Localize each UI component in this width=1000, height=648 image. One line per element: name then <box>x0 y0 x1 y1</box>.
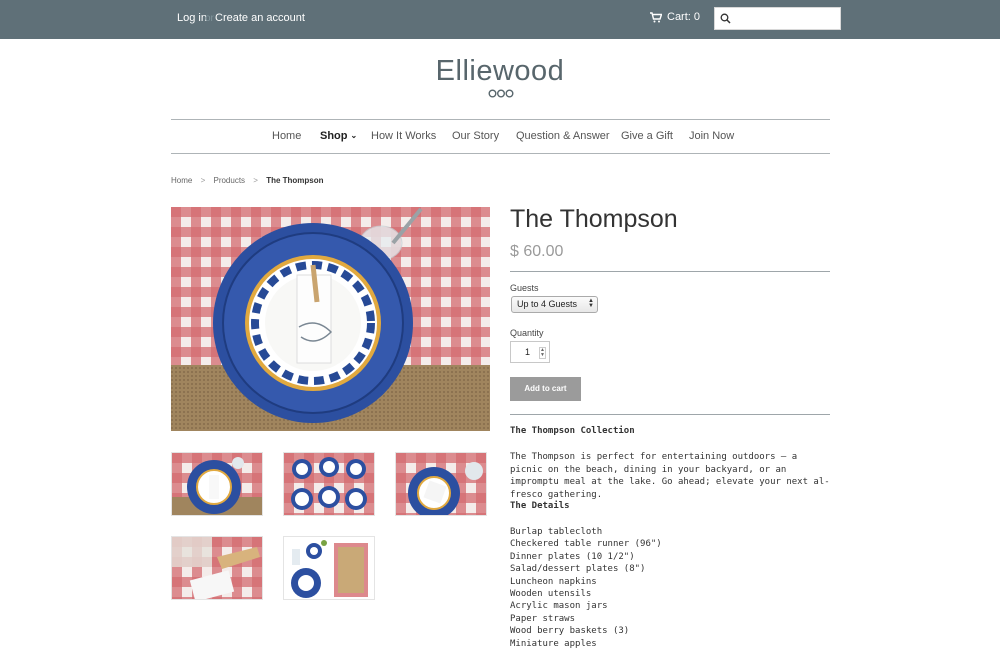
list-item: Dinner plates (10 1/2") <box>510 551 635 562</box>
divider <box>510 414 830 415</box>
quantity-stepper[interactable]: 1 ▲ ▼ <box>510 341 550 363</box>
product-thumbnail[interactable] <box>283 536 375 600</box>
cart-icon <box>650 11 662 22</box>
product-main-image[interactable] <box>171 207 490 431</box>
list-item: Wood berry baskets (3) <box>510 626 630 637</box>
product-title: The Thompson <box>510 205 678 233</box>
chevron-down-icon: ⌄ <box>350 131 358 140</box>
breadcrumb-products[interactable]: Products <box>213 176 245 185</box>
cart-label: Cart: 0 <box>667 11 701 23</box>
search-box[interactable] <box>714 7 841 30</box>
list-item: Acrylic mason jars <box>510 601 608 612</box>
list-item: Luncheon napkins <box>510 576 597 587</box>
add-to-cart-button[interactable]: Add to cart <box>510 377 581 401</box>
guests-select-value: Up to 4 Guests <box>517 299 578 309</box>
product-thumbnail[interactable] <box>283 452 375 516</box>
guests-select[interactable]: Up to 4 Guests ▲ ▼ <box>511 296 598 313</box>
product-thumbnail[interactable] <box>395 452 487 516</box>
cart-link[interactable]: Cart: 0 <box>650 11 700 23</box>
details-heading: The Details <box>510 501 570 511</box>
list-item: Burlap tablecloth <box>510 527 603 537</box>
nav-how-it-works[interactable]: How It Works <box>371 130 436 142</box>
create-account-link[interactable]: Create an account <box>215 12 305 24</box>
list-item: Miniature apples <box>510 638 597 648</box>
breadcrumb-separator: > <box>200 176 206 185</box>
login-separator: or <box>205 13 214 24</box>
nav-shop[interactable]: Shop ⌄ <box>320 130 357 142</box>
nav-join-now[interactable]: Join Now <box>689 130 734 142</box>
nav-shop-label: Shop <box>320 130 348 142</box>
product-thumbnail[interactable] <box>171 536 263 600</box>
product-price: $ 60.00 <box>510 243 564 260</box>
breadcrumb-home[interactable]: Home <box>171 176 192 185</box>
list-item: Paper straws <box>510 613 576 624</box>
list-item: Checkered table runner (96") <box>510 539 662 550</box>
quantity-value: 1 <box>525 347 531 357</box>
nav-our-story[interactable]: Our Story <box>452 130 499 142</box>
nav-question-answer[interactable]: Question & Answer <box>516 130 610 142</box>
breadcrumb-separator: > <box>253 176 258 185</box>
select-arrows-icon: ▲ ▼ <box>588 298 594 309</box>
product-thumbnail[interactable] <box>171 452 263 516</box>
search-input[interactable] <box>735 10 835 27</box>
breadcrumb: Home > Products > The Thompson <box>171 176 330 185</box>
search-icon <box>720 13 731 24</box>
logo-rings-icon <box>488 89 514 98</box>
site-logo[interactable]: Elliewood <box>0 55 1000 88</box>
divider <box>510 271 830 272</box>
nav-give-a-gift[interactable]: Give a Gift <box>621 130 673 142</box>
quantity-label: Quantity <box>510 328 544 338</box>
breadcrumb-current: The Thompson <box>266 176 324 185</box>
details-list: Burlap tablecloth Checkered table runner… <box>510 526 662 648</box>
product-description: The Thompson is perfect for entertaining… <box>510 452 830 500</box>
collection-heading: The Thompson Collection <box>510 426 635 436</box>
login-link[interactable]: Log in <box>177 12 207 24</box>
list-item: Salad/dessert plates (8") <box>510 564 646 575</box>
nav-home[interactable]: Home <box>272 130 301 142</box>
main-nav: Home Shop ⌄ How It Works Our Story Questi… <box>171 119 830 154</box>
stepper-arrows-icon[interactable]: ▲ ▼ <box>539 347 546 359</box>
list-item: Wooden utensils <box>510 589 592 600</box>
top-bar: Log in or Create an account Cart: 0 <box>0 0 1000 39</box>
guests-label: Guests <box>510 283 539 293</box>
